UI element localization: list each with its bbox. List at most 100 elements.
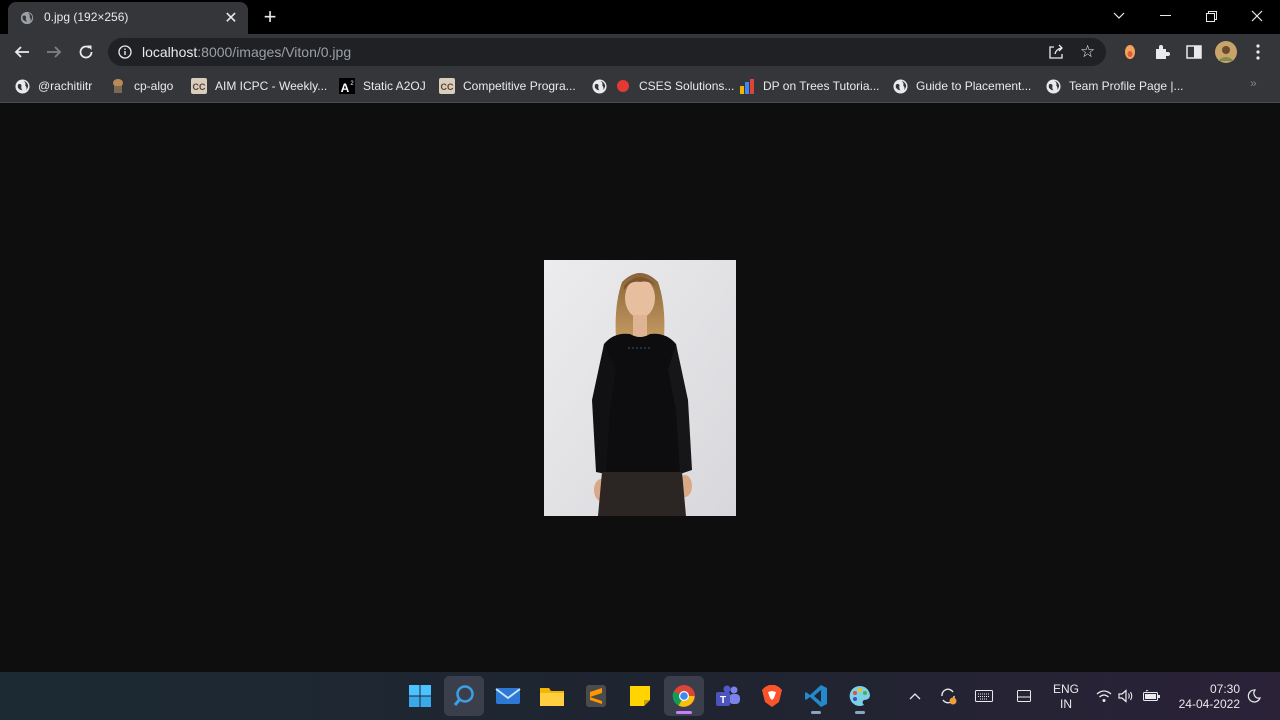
bookmark-rachitiitr[interactable]: @rachitiitr [14, 76, 92, 96]
restore-button[interactable] [1188, 0, 1234, 32]
taskbar-paint[interactable] [840, 676, 880, 716]
taskbar-file-explorer[interactable] [532, 676, 572, 716]
url-text[interactable]: localhost:8000/images/Viton/0.jpg [142, 44, 351, 60]
reload-button[interactable] [72, 38, 100, 66]
tab-strip: 0.jpg (192×256) ✕ + [0, 0, 1280, 34]
taskbar-chrome[interactable] [664, 676, 704, 716]
arrow-right-icon [47, 46, 62, 58]
svg-text:CC: CC [193, 82, 206, 92]
taskbar-search-button[interactable] [444, 676, 484, 716]
minimize-button[interactable] [1142, 0, 1188, 32]
arrow-left-icon [14, 46, 29, 58]
system-clock[interactable]: 07:30 24-04-2022 [1170, 682, 1240, 712]
lang-line-2: IN [1060, 697, 1072, 711]
bookmark-static-a2oj[interactable]: A2 Static A2OJ [339, 76, 426, 96]
taskbar-brave[interactable] [752, 676, 792, 716]
extensions-puzzle-icon[interactable] [1152, 42, 1172, 62]
taskbar-mail[interactable] [488, 676, 528, 716]
tray-overflow-button[interactable] [904, 672, 926, 720]
extension-orange-icon[interactable] [1120, 42, 1140, 62]
taskbar-teams[interactable]: T [708, 676, 748, 716]
brave-icon [762, 685, 782, 707]
address-bar[interactable]: localhost:8000/images/Viton/0.jpg ☆ [108, 38, 1106, 66]
taskbar-sticky-notes[interactable] [620, 676, 660, 716]
tab-active[interactable]: 0.jpg (192×256) ✕ [8, 2, 248, 34]
focus-assist-icon[interactable] [1244, 672, 1264, 720]
bookmark-cses-solutions[interactable]: CSES Solutions... [591, 76, 734, 96]
tab-close-button[interactable]: ✕ [222, 9, 240, 27]
bookmark-label: Competitive Progra... [463, 79, 576, 93]
taskbar-vscode[interactable] [796, 676, 836, 716]
bookmark-label: Team Profile Page |... [1069, 79, 1184, 93]
globe-icon [1045, 78, 1061, 94]
chrome-icon [672, 685, 695, 707]
tab-search-button[interactable] [1096, 0, 1142, 32]
clock-date: 24-04-2022 [1178, 697, 1240, 711]
codechef-icon: CC [191, 78, 207, 94]
globe-icon [892, 78, 908, 94]
bar-chart-icon [739, 78, 755, 94]
side-panel-icon[interactable] [1184, 42, 1204, 62]
back-button[interactable] [8, 38, 36, 66]
file-explorer-icon [540, 688, 564, 706]
bookmark-guide-to-placement[interactable]: Guide to Placement... [892, 76, 1031, 96]
bookmark-star-icon[interactable]: ☆ [1080, 42, 1095, 62]
forward-button[interactable] [40, 38, 68, 66]
svg-text:CC: CC [441, 82, 454, 92]
codechef-icon: CC [439, 78, 455, 94]
tray-keyboard-icon[interactable] [972, 672, 996, 720]
globe-icon [14, 78, 30, 94]
bookmark-aim-icpc[interactable]: CC AIM ICPC - Weekly... [191, 76, 327, 96]
bookmarks-bar: @rachitiitr cp-algo CC AIM ICPC - Weekly… [0, 70, 1280, 103]
running-indicator [855, 711, 865, 714]
tray-sync-icon[interactable] [936, 672, 960, 720]
bookmark-label: AIM ICPC - Weekly... [215, 79, 328, 93]
start-button[interactable] [400, 676, 440, 716]
bookmarks-overflow-button[interactable]: » [1250, 76, 1257, 90]
share-icon[interactable] [1048, 44, 1064, 60]
bookmark-competitive-programming[interactable]: CC Competitive Progra... [439, 76, 576, 96]
svg-text:T: T [720, 695, 726, 706]
close-icon [1251, 10, 1263, 22]
reload-icon [79, 45, 93, 59]
teams-icon: T [716, 685, 740, 706]
url-host: localhost [142, 44, 198, 60]
sublime-text-icon [586, 685, 606, 707]
product-image [544, 260, 736, 516]
wifi-icon[interactable] [1094, 672, 1114, 720]
vscode-icon [805, 685, 827, 707]
bookmark-cp-algo[interactable]: cp-algo [110, 76, 173, 96]
browser-toolbar: localhost:8000/images/Viton/0.jpg ☆ [0, 34, 1280, 70]
active-indicator [676, 711, 692, 714]
tab-title: 0.jpg (192×256) [44, 10, 129, 24]
menu-button[interactable] [1248, 42, 1268, 62]
bookmark-label: Guide to Placement... [916, 79, 1032, 93]
profile-avatar[interactable] [1214, 40, 1238, 64]
bookmark-dp-on-trees[interactable]: DP on Trees Tutoria... [739, 76, 880, 96]
red-dot-icon [615, 78, 631, 94]
bookmark-label: @rachitiitr [38, 79, 93, 93]
mail-icon [495, 688, 521, 704]
input-language-indicator[interactable]: ENG IN [1048, 682, 1084, 712]
cp-algo-icon [110, 78, 126, 94]
bookmark-label: Static A2OJ [363, 79, 426, 93]
window-close-button[interactable] [1234, 0, 1280, 32]
person-photo [544, 260, 736, 516]
svg-text:A: A [341, 81, 350, 94]
bookmark-team-profile-page[interactable]: Team Profile Page |... [1045, 76, 1184, 96]
globe-icon [591, 78, 607, 94]
tray-tablet-icon[interactable] [1012, 672, 1036, 720]
lang-line-1: ENG [1052, 682, 1079, 696]
chevron-up-icon [909, 693, 921, 700]
volume-icon[interactable] [1116, 672, 1136, 720]
new-tab-button[interactable]: + [258, 4, 282, 29]
more-vert-icon [1256, 44, 1260, 60]
url-path: :8000/images/Viton/0.jpg [197, 44, 352, 60]
bookmark-label: CSES Solutions... [639, 79, 735, 93]
a2oj-icon: A2 [339, 78, 355, 94]
info-icon[interactable] [118, 45, 132, 59]
battery-icon[interactable] [1140, 672, 1164, 720]
running-indicator [811, 711, 821, 714]
taskbar-sublime-text[interactable] [576, 676, 616, 716]
minimize-icon [1159, 15, 1171, 16]
